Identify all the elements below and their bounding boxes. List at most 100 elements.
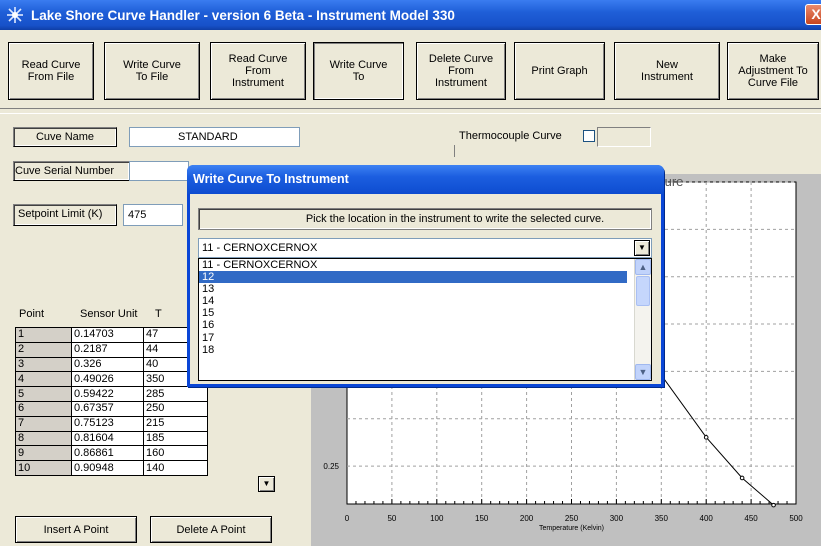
point-cell[interactable]: 9 <box>15 445 72 462</box>
point-cell[interactable]: 10 <box>15 460 72 476</box>
read-curve-from-instrument-button[interactable]: Read Curve From Instrument <box>210 42 306 100</box>
data-point <box>739 475 745 481</box>
point-cell[interactable]: 6 <box>15 400 72 417</box>
thermocouple-divider <box>454 145 455 157</box>
sensor-unit-cell[interactable]: 0.90948 <box>71 460 144 476</box>
read-curve-from-file-button[interactable]: Read Curve From File <box>8 42 94 100</box>
table-row[interactable]: 2 0.2187 44 <box>15 341 208 358</box>
list-item[interactable]: 13 <box>199 283 627 295</box>
setpoint-limit-label: Setpoint Limit (K) <box>13 204 117 226</box>
scroll-up-icon[interactable]: ▲ <box>635 259 651 275</box>
table-row[interactable]: 9 0.86861 160 <box>15 445 208 462</box>
y-tick-label: 0.25 <box>323 462 339 471</box>
table-row[interactable]: 8 0.81604 185 <box>15 430 208 447</box>
point-cell[interactable]: 8 <box>15 430 72 447</box>
thermocouple-checkbox[interactable] <box>583 130 595 142</box>
write-curve-to-file-button[interactable]: Write Curve To File <box>104 42 200 100</box>
new-instrument-button[interactable]: New Instrument <box>614 42 720 100</box>
list-item[interactable]: 15 <box>199 307 627 319</box>
x-tick-label: 350 <box>655 514 669 523</box>
temperature-cell[interactable]: 185 <box>143 430 208 447</box>
x-tick-label: 200 <box>520 514 534 523</box>
sensor-unit-cell[interactable]: 0.326 <box>71 356 144 373</box>
temperature-cell[interactable]: 160 <box>143 445 208 462</box>
column-header-sensor-unit: Sensor Unit <box>80 308 138 320</box>
table-row[interactable]: 3 0.326 40 <box>15 356 208 373</box>
table-row[interactable]: 5 0.59422 285 <box>15 386 208 402</box>
x-tick-label: 150 <box>475 514 489 523</box>
toolbar: Read Curve From File Write Curve To File… <box>0 30 821 110</box>
temperature-cell[interactable]: 250 <box>143 400 208 417</box>
point-cell[interactable]: 7 <box>15 415 72 432</box>
title-bar: Lake Shore Curve Handler - version 6 Bet… <box>0 0 821 30</box>
x-tick-label: 0 <box>345 514 350 523</box>
column-header-point: Point <box>19 308 45 320</box>
x-tick-label: 250 <box>565 514 579 523</box>
point-cell[interactable]: 5 <box>15 386 72 402</box>
list-item[interactable]: 18 <box>199 344 627 356</box>
table-row[interactable]: 4 0.49026 350 <box>15 371 208 388</box>
sensor-unit-cell[interactable]: 0.2187 <box>71 341 144 358</box>
sensor-unit-cell[interactable]: 0.67357 <box>71 400 144 417</box>
delete-point-button[interactable]: Delete A Point <box>150 516 272 543</box>
combo-dropdown-icon[interactable]: ▼ <box>634 240 650 256</box>
curve-name-field[interactable]: STANDARD <box>129 127 300 147</box>
x-tick-label: 450 <box>744 514 758 523</box>
point-cell[interactable]: 1 <box>15 327 72 343</box>
serial-number-label: Cuve Serial Number <box>13 161 130 181</box>
data-grid[interactable]: 1 0.14703 47 2 0.2187 44 3 0.326 40 4 0.49026 350 5 0… <box>15 327 208 476</box>
list-item[interactable]: 17 <box>199 332 627 344</box>
delete-curve-from-instrument-button[interactable]: Delete Curve From Instrument <box>416 42 506 100</box>
sensor-unit-cell[interactable]: 0.14703 <box>71 327 144 343</box>
temperature-cell[interactable]: 215 <box>143 415 208 432</box>
temperature-cell[interactable]: 140 <box>143 460 208 476</box>
sensor-unit-cell[interactable]: 0.81604 <box>71 430 144 447</box>
point-cell[interactable]: 3 <box>15 356 72 373</box>
table-row[interactable]: 10 0.90948 140 <box>15 460 208 476</box>
list-scrollbar[interactable]: ▲ ▼ <box>634 259 651 380</box>
insert-point-button[interactable]: Insert A Point <box>15 516 137 543</box>
grid-scroll-down-button[interactable]: ▼ <box>258 476 275 492</box>
make-adjustment-button[interactable]: Make Adjustment To Curve File <box>727 42 819 100</box>
data-point <box>771 502 776 508</box>
table-row[interactable]: 7 0.75123 215 <box>15 415 208 432</box>
list-item[interactable]: 14 <box>199 295 627 307</box>
print-graph-button[interactable]: Print Graph <box>514 42 605 100</box>
thermocouple-label: Thermocouple Curve <box>459 130 562 142</box>
x-tick-label: 500 <box>789 514 803 523</box>
sensor-unit-cell[interactable]: 0.59422 <box>71 386 144 402</box>
list-item[interactable]: 12 <box>199 271 627 284</box>
curve-name-label: Cuve Name <box>13 127 117 147</box>
write-curve-dialog: Write Curve To Instrument Pick the locat… <box>187 165 664 387</box>
serial-number-field[interactable] <box>129 161 189 181</box>
location-list[interactable]: 11 - CERNOXCERNOX 12 13 14 15 16 17 18 ▲ ▼ <box>198 258 652 381</box>
table-row[interactable]: 6 0.67357 250 <box>15 400 208 417</box>
location-combo-value: 11 - CERNOXCERNOX <box>202 242 318 254</box>
thermocouple-field <box>597 127 651 147</box>
x-tick-label: 300 <box>610 514 624 523</box>
write-curve-to-button[interactable]: Write Curve To <box>313 42 404 100</box>
setpoint-limit-field[interactable]: 475 <box>123 204 183 226</box>
point-cell[interactable]: 2 <box>15 341 72 358</box>
table-row[interactable]: 1 0.14703 47 <box>15 327 208 343</box>
point-cell[interactable]: 4 <box>15 371 72 388</box>
x-tick-label: 100 <box>430 514 444 523</box>
list-item[interactable]: 11 - CERNOXCERNOX <box>199 259 627 271</box>
scroll-thumb[interactable] <box>636 276 650 306</box>
sensor-unit-cell[interactable]: 0.86861 <box>71 445 144 462</box>
sensor-unit-cell[interactable]: 0.75123 <box>71 415 144 432</box>
dialog-body: Pick the location in the instrument to w… <box>190 194 661 384</box>
location-combo[interactable]: 11 - CERNOXCERNOX ▼ <box>198 238 652 258</box>
x-tick-label: 400 <box>700 514 714 523</box>
data-point <box>703 435 709 440</box>
column-header-temperature: T <box>155 308 162 320</box>
chart-title: ture <box>661 174 683 189</box>
x-axis-label: Temperature (Kelvin) <box>539 525 604 532</box>
list-item[interactable]: 16 <box>199 319 627 331</box>
dialog-title: Write Curve To Instrument <box>187 165 664 194</box>
scroll-down-icon[interactable]: ▼ <box>635 364 651 380</box>
window-title: Lake Shore Curve Handler - version 6 Bet… <box>31 7 455 23</box>
sensor-unit-cell[interactable]: 0.49026 <box>71 371 144 388</box>
temperature-cell[interactable]: 285 <box>143 386 208 402</box>
close-button[interactable]: X <box>805 4 821 25</box>
